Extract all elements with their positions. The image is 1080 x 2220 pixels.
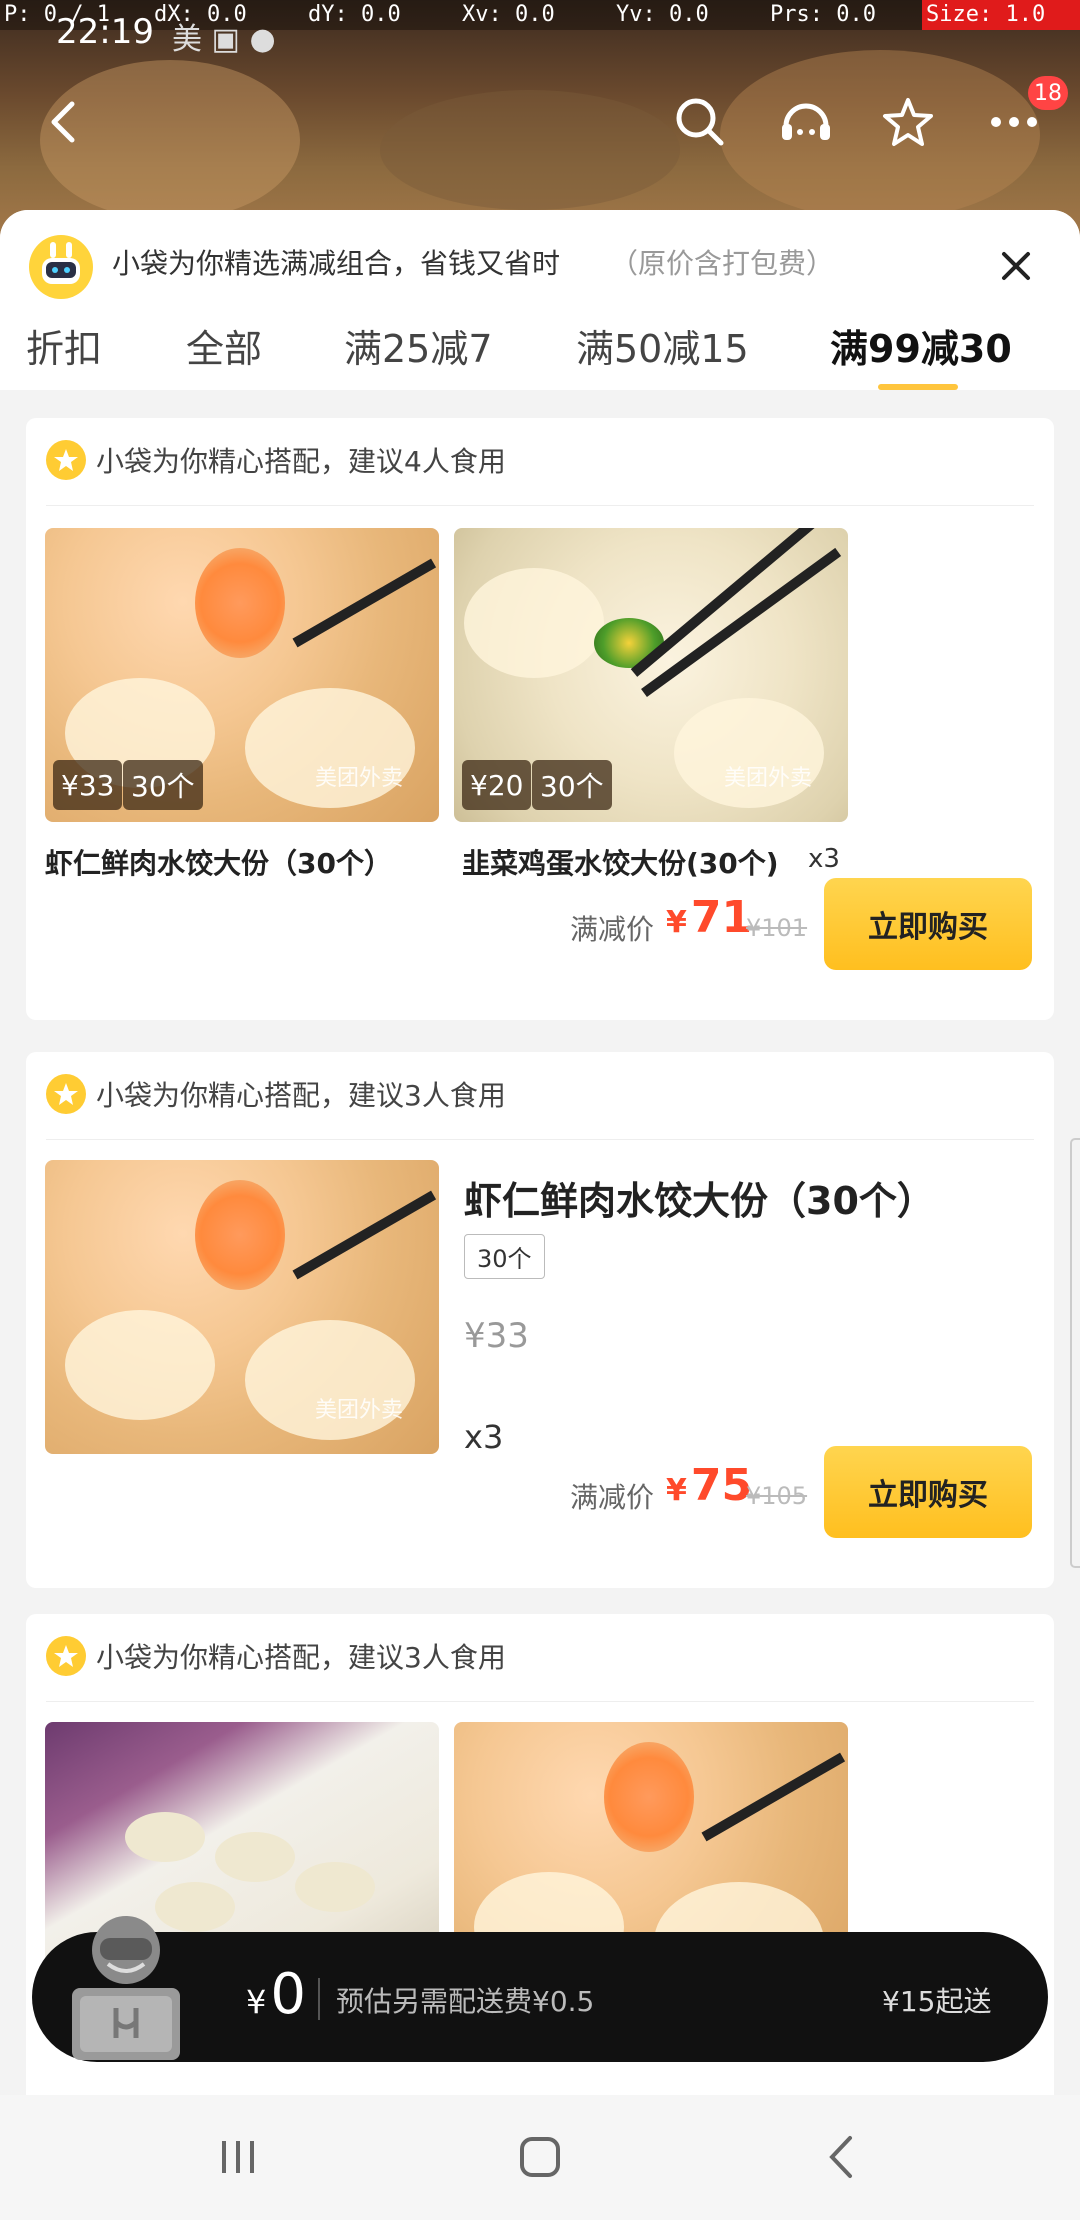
dish-name: 虾仁鲜肉水饺大份（30个）	[45, 847, 392, 880]
currency-symbol: ¥	[666, 1473, 687, 1508]
watermark: 美团外卖	[314, 1398, 403, 1423]
watermark: 美团外卖	[314, 766, 403, 791]
debug-dy: dY: 0.0	[308, 2, 401, 27]
pointer-debug-overlay: P: 0 / 1 dX: 0.0 dY: 0.0 Xv: 0.0 Yv: 0.0…	[0, 0, 1080, 30]
card-title: 小袋为你精心搭配，建议3人食用	[46, 1074, 506, 1114]
chevron-left-icon	[51, 101, 75, 143]
tab-all[interactable]: 全部	[186, 318, 262, 373]
combo-card: 小袋为你精心搭配，建议4人食用 美团外卖 ¥33 30个 虾仁鲜肉水饺大份（30…	[26, 418, 1054, 1020]
status-notification-icons: 美 ▣ ●	[172, 14, 276, 58]
divider	[46, 505, 1034, 506]
cart-divider	[318, 1978, 320, 2020]
debug-size: Size: 1.0	[926, 2, 1046, 27]
close-icon[interactable]	[996, 246, 1036, 286]
divider	[46, 1701, 1034, 1702]
dish-photo-shrimp-dumpling[interactable]: 美团外卖	[45, 1160, 439, 1454]
dish-count-tag: 30个	[532, 760, 612, 810]
dish-count-tag: 30个	[123, 760, 203, 810]
tab-50-off-15[interactable]: 满50减15	[576, 318, 749, 373]
deal-price-value: 75	[690, 1460, 753, 1511]
search-button[interactable]	[670, 92, 730, 152]
back-arrow-icon	[829, 2136, 852, 2178]
robot-mascot-icon	[29, 235, 93, 299]
sheet-header: 小袋为你精选满减组合，省钱又省时 （原价含打包费） 折扣 全部 满25减7 满5…	[0, 210, 1080, 390]
debug-prs: Prs: 0.0	[770, 2, 876, 27]
active-tab-indicator	[878, 384, 958, 390]
dish-price-tag: ¥20	[462, 760, 532, 810]
system-back-button[interactable]	[802, 2125, 882, 2189]
back-button[interactable]	[34, 92, 94, 152]
card-title-text: 小袋为你精心搭配，建议3人食用	[96, 1641, 506, 1674]
dish-price: ¥33	[464, 1316, 529, 1356]
system-navigation-bar	[0, 2095, 1080, 2220]
original-price: ¥101	[746, 914, 808, 942]
star-badge-icon	[46, 1636, 86, 1676]
courier-cart-icon[interactable]	[56, 1904, 196, 2064]
dish-spec: 30个	[464, 1234, 545, 1279]
divider	[46, 1139, 1034, 1140]
home-icon	[520, 2137, 560, 2177]
star-outline-icon	[883, 98, 933, 146]
star-badge-icon	[46, 1074, 86, 1114]
tab-25-off-7[interactable]: 满25减7	[344, 318, 493, 373]
card-title: 小袋为你精心搭配，建议3人食用	[46, 1636, 506, 1676]
minimum-order-text: ¥15起送	[882, 1985, 992, 2018]
recent-apps-button[interactable]	[198, 2125, 278, 2189]
dish-quantity: x3	[808, 844, 840, 874]
dish-quantity: x3	[464, 1418, 504, 1456]
dish-name: 虾仁鲜肉水饺大份（30个）	[464, 1179, 935, 1223]
deal-price: ¥75	[666, 1460, 752, 1511]
headset-icon	[782, 103, 830, 140]
star-badge-icon	[46, 440, 86, 480]
delivery-fee-text: 预估另需配送费¥0.5	[336, 1985, 595, 2018]
scroll-handle[interactable]	[1070, 1138, 1080, 1568]
deal-price-label: 满减价	[570, 913, 655, 946]
card-title-text: 小袋为你精心搭配，建议4人食用	[96, 445, 506, 478]
dish-photo-shrimp-dumpling[interactable]: 美团外卖 ¥33 30个	[45, 528, 439, 822]
card-title-text: 小袋为你精心搭配，建议3人食用	[96, 1079, 506, 1112]
original-price: ¥105	[746, 1482, 808, 1510]
currency-symbol: ¥	[666, 905, 687, 940]
deal-price: ¥71	[666, 892, 752, 943]
recent-apps-icon	[222, 2141, 254, 2173]
promo-subtext: （原价含打包费）	[610, 247, 835, 280]
search-icon	[676, 98, 724, 146]
customer-service-button[interactable]	[776, 92, 836, 152]
alert-icon: ●	[249, 22, 276, 57]
cart-total-value: 0	[270, 1962, 306, 2027]
carrier-label: 美	[172, 22, 202, 57]
combo-card: 小袋为你精心搭配，建议3人食用 美团外卖 虾仁鲜肉水饺大份（30个） 30个 ¥…	[26, 1052, 1054, 1588]
status-time: 22:19	[56, 12, 154, 52]
promo-text: 小袋为你精选满减组合，省钱又省时	[112, 247, 561, 280]
discount-tabs: 折扣 全部 满25减7 满50减15 满99减30	[0, 318, 1080, 390]
combo-sheet: 小袋为你精选满减组合，省钱又省时 （原价含打包费） 折扣 全部 满25减7 满5…	[0, 210, 1080, 2095]
dish-photo-chive-egg-dumpling[interactable]: 美团外卖 ¥20 30个	[454, 528, 848, 822]
deal-price-label: 满减价	[570, 1481, 655, 1514]
watermark: 美团外卖	[723, 766, 812, 791]
debug-yv: Yv: 0.0	[616, 2, 709, 27]
more-dots-icon	[991, 117, 1037, 127]
tab-discount[interactable]: 折扣	[26, 318, 102, 373]
favorite-button[interactable]	[878, 92, 938, 152]
notification-badge: 18	[1028, 76, 1068, 110]
cart-total: ¥0	[246, 1962, 306, 2027]
cart-currency: ¥	[246, 1983, 267, 2021]
buy-now-button[interactable]: 立即购买	[824, 1446, 1032, 1538]
card-title: 小袋为你精心搭配，建议4人食用	[46, 440, 506, 480]
tab-99-off-30[interactable]: 满99减30	[830, 318, 1012, 373]
bag-icon: ▣	[211, 22, 240, 57]
buy-now-button[interactable]: 立即购买	[824, 878, 1032, 970]
debug-xv: Xv: 0.0	[462, 2, 555, 27]
dish-price-tag: ¥33	[53, 760, 123, 810]
deal-price-value: 71	[690, 892, 753, 943]
home-button[interactable]	[500, 2125, 580, 2189]
dish-name: 韭菜鸡蛋水饺大份(30个)	[462, 847, 779, 880]
